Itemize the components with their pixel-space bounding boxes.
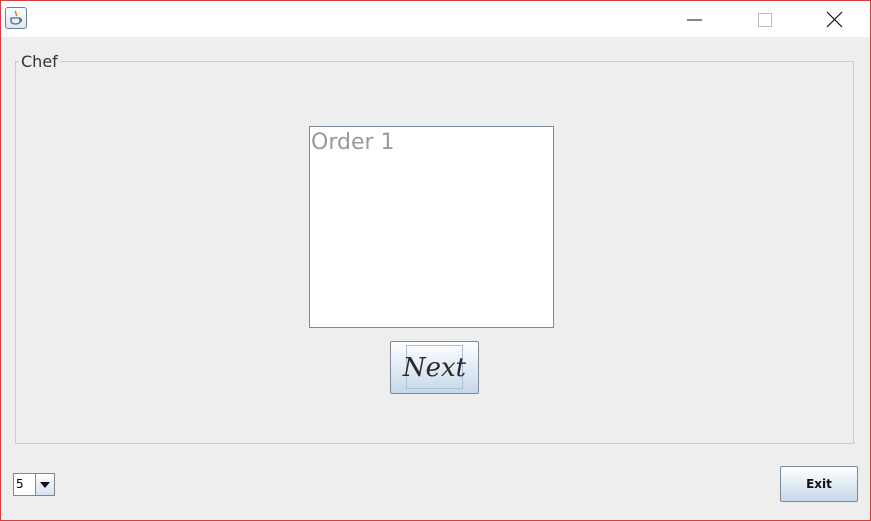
java-coffee-cup-icon[interactable] <box>5 7 27 29</box>
chef-panel-title: Chef <box>19 52 60 72</box>
maximize-icon <box>758 13 772 27</box>
close-button[interactable] <box>802 1 868 37</box>
chevron-down-icon <box>40 482 50 488</box>
next-button[interactable]: Next <box>390 341 479 394</box>
close-icon <box>826 11 843 28</box>
maximize-button[interactable] <box>732 1 798 37</box>
title-bar[interactable] <box>1 1 870 37</box>
minimize-icon <box>687 19 702 21</box>
count-dropdown[interactable]: 5 <box>13 473 55 496</box>
count-dropdown-value: 5 <box>16 477 24 491</box>
minimize-button[interactable] <box>662 1 728 37</box>
dropdown-arrow-button[interactable] <box>35 474 54 495</box>
exit-button[interactable]: Exit <box>780 466 858 502</box>
order-text-area[interactable]: Order 1 <box>309 126 554 328</box>
next-button-label: Next <box>402 353 467 383</box>
